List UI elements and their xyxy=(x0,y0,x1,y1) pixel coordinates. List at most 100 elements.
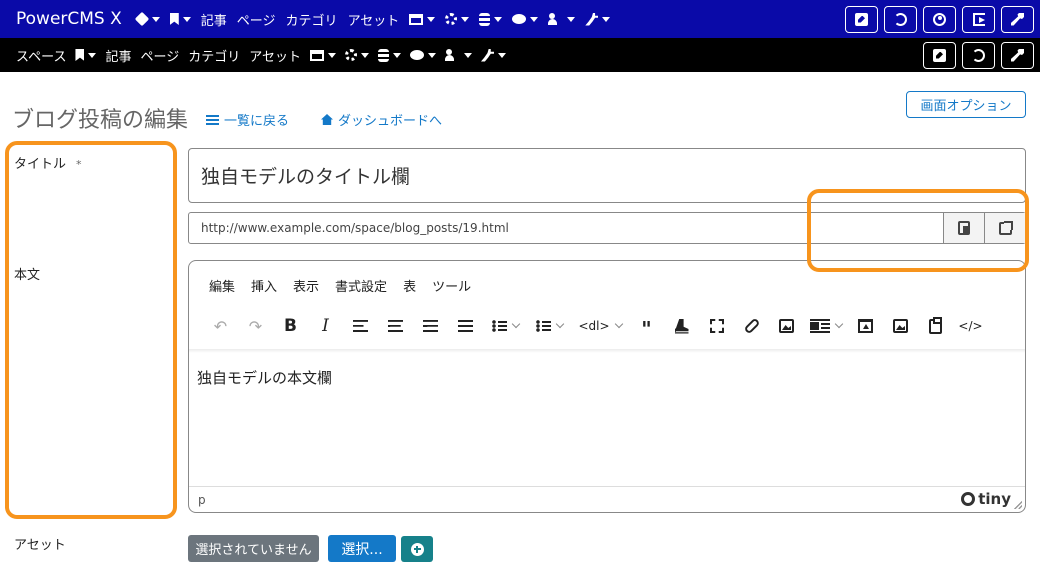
nav-item-text[interactable]: 記事 xyxy=(201,10,227,29)
media-icon xyxy=(810,319,830,333)
justify-button[interactable] xyxy=(448,313,483,339)
upload-button[interactable] xyxy=(848,313,883,339)
comments-icon xyxy=(409,50,424,60)
body-label: 本文 xyxy=(14,268,41,283)
nav-item-user-plus[interactable] xyxy=(444,49,472,61)
open-url-button[interactable] xyxy=(984,213,1025,243)
wrench-button[interactable] xyxy=(1001,41,1034,69)
sign-out-button[interactable] xyxy=(962,5,995,33)
nav-item-window[interactable] xyxy=(309,49,336,61)
stamp-button[interactable] xyxy=(664,313,699,339)
editor-menu-item[interactable]: 表示 xyxy=(293,276,319,295)
space-label[interactable]: スペース xyxy=(16,46,66,65)
nav-item-comments[interactable] xyxy=(409,50,436,60)
edit-square-button[interactable] xyxy=(845,5,878,33)
nav-item-database[interactable] xyxy=(377,48,401,62)
editor-menu-item[interactable]: 書式設定 xyxy=(335,276,387,295)
nav-item-bookmark[interactable] xyxy=(75,49,97,61)
element-path[interactable]: p xyxy=(198,493,206,507)
editor-menu-item[interactable]: 編集 xyxy=(209,276,235,295)
screen-options-button[interactable]: 画面オプション xyxy=(906,91,1026,118)
nav-item-bookmark[interactable] xyxy=(169,13,191,25)
edit-square-button[interactable] xyxy=(923,41,956,69)
wrench-button[interactable] xyxy=(1001,5,1034,33)
nav-item-plug[interactable] xyxy=(480,48,506,62)
nav-item-plug[interactable] xyxy=(585,12,611,26)
brand-logo[interactable]: PowerCMS X xyxy=(16,9,122,29)
image-button[interactable] xyxy=(769,313,804,339)
nav-item-text[interactable]: ページ xyxy=(237,10,276,29)
wrench-icon xyxy=(1011,12,1024,26)
definition-list-button[interactable]: <dl> xyxy=(571,313,629,339)
bold-icon: B xyxy=(284,316,297,336)
undo-button[interactable]: ↶ xyxy=(203,313,238,339)
nav-item-window[interactable] xyxy=(409,13,436,25)
definition-list-icon: <dl> xyxy=(578,319,610,333)
align-center-icon xyxy=(388,320,403,332)
permalink-url[interactable]: http://www.example.com/space/blog_posts/… xyxy=(189,213,943,243)
nav-item-text[interactable]: カテゴリ xyxy=(286,10,338,29)
link-button[interactable] xyxy=(734,313,769,339)
edit-square-icon xyxy=(855,12,868,26)
asset-none-selected-button[interactable]: 選択されていません xyxy=(188,535,319,562)
insert-image-button[interactable] xyxy=(883,313,918,339)
asset-add-button[interactable] xyxy=(401,536,433,562)
sync-icon xyxy=(894,12,907,26)
sync-button[interactable] xyxy=(884,5,917,33)
numbered-list-icon xyxy=(535,320,551,332)
caret-down-icon xyxy=(88,52,97,58)
media-button[interactable] xyxy=(804,313,848,339)
italic-button[interactable]: I xyxy=(308,313,343,339)
nav-item-gear[interactable] xyxy=(344,49,369,61)
asset-label: アセット xyxy=(14,538,66,553)
wrench-icon xyxy=(1011,48,1024,62)
redo-button[interactable]: ↷ xyxy=(238,313,273,339)
nav-item-text[interactable]: ページ xyxy=(140,46,179,65)
asset-select-button[interactable]: 選択... xyxy=(328,535,396,562)
stamp-icon xyxy=(674,318,689,334)
nav-item-label: ページ xyxy=(140,49,180,65)
tiny-brand[interactable]: tiny xyxy=(961,490,1011,508)
dashboard-link[interactable]: ダッシュボードへ xyxy=(321,110,442,129)
resize-handle-icon[interactable] xyxy=(1014,501,1022,509)
nav-item-comments[interactable] xyxy=(512,14,539,24)
align-left-icon xyxy=(353,320,368,332)
toolbar-shadow xyxy=(189,349,1025,353)
editor-content[interactable]: 独自モデルの本文欄 xyxy=(197,367,332,388)
copy-url-button[interactable] xyxy=(943,213,984,243)
nav-item-cube[interactable] xyxy=(134,11,160,27)
bullet-list-button[interactable] xyxy=(483,313,527,339)
editor-menubar: 編集 挿入 表示 書式設定表ツール xyxy=(209,276,471,295)
blockquote-button[interactable]: " xyxy=(629,313,664,339)
paste-text-button[interactable] xyxy=(918,313,953,339)
nav-item-text[interactable]: アセット xyxy=(249,46,301,65)
nav-item-user-plus[interactable] xyxy=(548,13,576,25)
editor-menu-item[interactable]: 挿入 xyxy=(251,276,277,295)
sync-button[interactable] xyxy=(962,41,995,69)
nav-item-gear[interactable] xyxy=(445,13,470,25)
external-link-icon xyxy=(998,220,1013,235)
sync-icon xyxy=(972,48,985,62)
user-circle-button[interactable] xyxy=(923,5,956,33)
caret-down-icon xyxy=(530,16,539,22)
bold-button[interactable]: B xyxy=(273,313,308,339)
numbered-list-button[interactable] xyxy=(527,313,571,339)
global-menu: 記事 ページ カテゴリ アセット xyxy=(134,10,611,29)
fullscreen-button[interactable] xyxy=(699,313,734,339)
source-code-button[interactable]: </> xyxy=(953,313,988,339)
title-input[interactable]: 独自モデルのタイトル欄 xyxy=(188,148,1026,203)
nav-item-text[interactable]: 記事 xyxy=(105,46,131,65)
back-to-list-link[interactable]: 一覧に戻る xyxy=(206,110,289,129)
nav-item-database[interactable] xyxy=(479,12,503,26)
edit-square-icon xyxy=(933,48,946,62)
align-center-button[interactable] xyxy=(378,313,413,339)
global-navbar: PowerCMS X 記事 ページ カテゴリ アセット xyxy=(0,0,1040,38)
editor-menu-item[interactable]: ツール xyxy=(432,276,471,295)
nav-item-text[interactable]: カテゴリ xyxy=(188,46,240,65)
align-left-button[interactable] xyxy=(343,313,378,339)
editor-menu-item[interactable]: 表 xyxy=(403,276,416,295)
bookmark-icon xyxy=(75,49,85,61)
align-right-button[interactable] xyxy=(413,313,448,339)
comments-icon xyxy=(512,14,527,24)
nav-item-text[interactable]: アセット xyxy=(348,10,400,29)
